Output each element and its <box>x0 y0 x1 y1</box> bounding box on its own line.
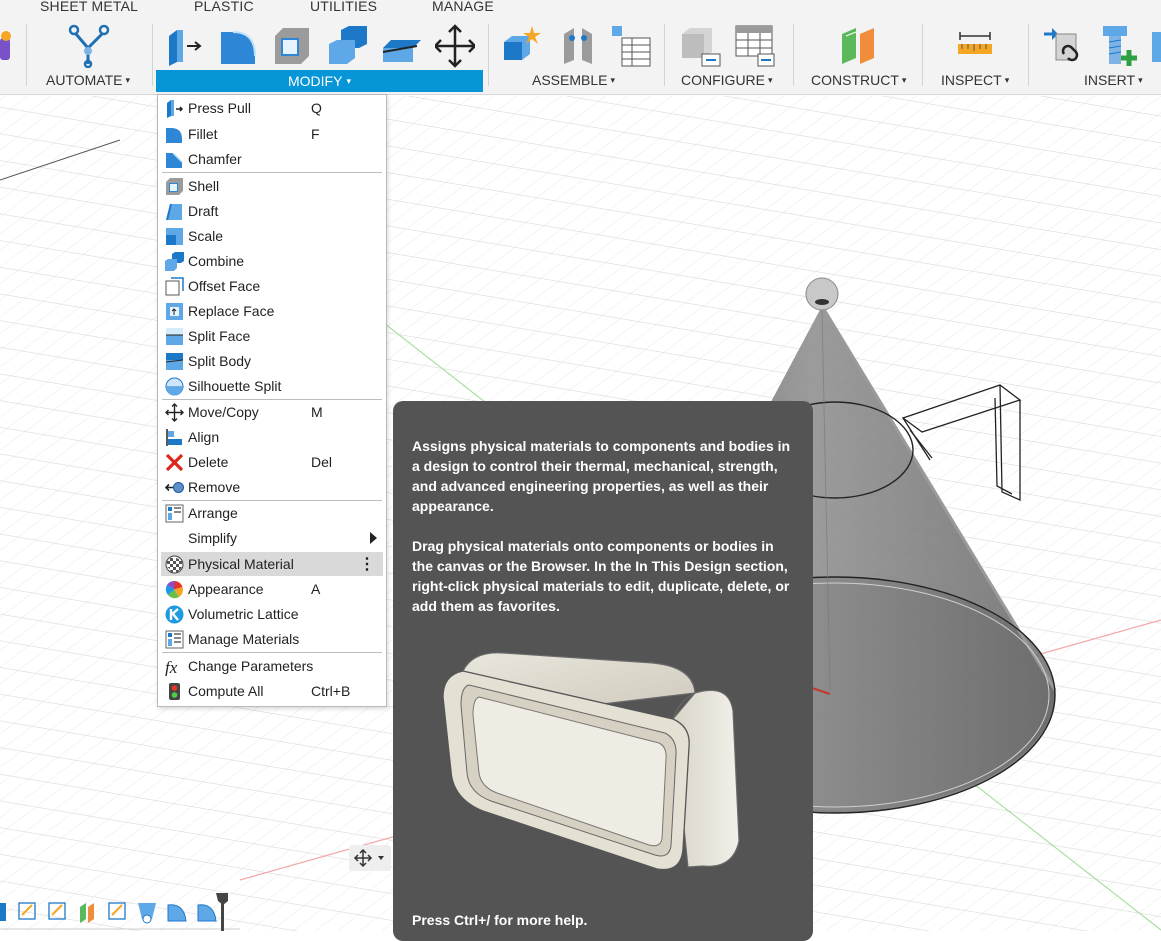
menu-item-align[interactable]: Align <box>161 425 383 449</box>
menu-item-manage-materials[interactable]: Manage Materials <box>161 627 383 651</box>
modify-dropdown-button[interactable]: MODIFY ▾ <box>156 70 483 92</box>
silhouette-split-icon <box>165 377 184 396</box>
menu-item-offset-face[interactable]: Offset Face <box>161 274 383 298</box>
volumetric-lattice-icon <box>165 605 184 624</box>
material-preview-box-image <box>442 652 740 871</box>
menu-item-change-parameters[interactable]: fx Change Parameters <box>161 654 383 678</box>
compute-all-icon <box>169 683 180 700</box>
menu-item-replace-face[interactable]: Replace Face <box>161 299 383 323</box>
timeline-feature-revolve-icon[interactable] <box>138 903 156 924</box>
partial-tool-icon[interactable] <box>0 28 14 64</box>
menu-item-press-pull[interactable]: Press Pull Q <box>161 96 383 120</box>
menu-item-draft[interactable]: Draft <box>161 199 383 223</box>
shell-tool-icon[interactable] <box>271 26 311 66</box>
remove-icon <box>165 482 184 493</box>
timeline-feature-fillet-icon[interactable] <box>197 904 217 922</box>
fx-icon: fx <box>165 658 178 676</box>
timeline-feature-sketch-icon[interactable] <box>108 902 126 920</box>
inspect-group-label[interactable]: INSPECT ▾ <box>941 72 1009 88</box>
tab-utilities[interactable]: UTILITIES <box>310 0 377 14</box>
joint-icon[interactable] <box>558 26 598 66</box>
menu-item-volumetric-lattice[interactable]: Volumetric Lattice <box>161 602 383 626</box>
toolbar-ribbon: SHEET METAL PLASTIC UTILITIES MANAGE AUT… <box>0 0 1161 95</box>
pan-tool-widget[interactable] <box>349 845 391 871</box>
fillet-icon <box>166 128 182 143</box>
menu-item-silhouette-split[interactable]: Silhouette Split <box>161 374 383 398</box>
timeline-feature-sketch-icon[interactable] <box>18 902 36 920</box>
physical-material-icon <box>165 555 184 574</box>
manage-materials-icon <box>165 630 184 649</box>
insert-group-label[interactable]: INSERT ▾ <box>1084 72 1143 88</box>
split-body-icon <box>165 353 184 370</box>
configure-group-label[interactable]: CONFIGURE ▾ <box>681 72 773 88</box>
timeline-feature-fillet-icon[interactable] <box>167 904 187 922</box>
combine-icon <box>165 252 184 271</box>
menu-item-simplify[interactable]: Simplify <box>161 526 383 550</box>
insert-more-icon[interactable] <box>1150 26 1161 66</box>
menu-item-split-body[interactable]: Split Body <box>161 349 383 373</box>
menu-item-arrange[interactable]: Arrange <box>161 501 383 525</box>
automate-icon[interactable] <box>66 24 112 68</box>
combine-tool-icon[interactable] <box>327 26 369 66</box>
physical-material-tooltip: Assigns physical materials to components… <box>393 401 813 941</box>
submenu-arrow-icon <box>370 532 377 544</box>
measure-icon[interactable] <box>956 32 996 58</box>
menu-item-appearance[interactable]: Appearance A <box>161 577 383 601</box>
menu-item-split-face[interactable]: Split Face <box>161 324 383 348</box>
menu-item-fillet[interactable]: Fillet F <box>161 122 383 146</box>
split-face-icon <box>166 328 183 345</box>
new-component-icon[interactable] <box>502 24 544 66</box>
press-pull-icon <box>167 100 184 118</box>
insert-derive-icon[interactable] <box>1042 24 1086 68</box>
arrange-icon <box>165 504 184 523</box>
fillet-tool-icon[interactable] <box>219 26 259 66</box>
menu-item-scale[interactable]: Scale <box>161 224 383 248</box>
assemble-group-label[interactable]: ASSEMBLE ▾ <box>532 72 615 88</box>
insert-mcmaster-icon[interactable] <box>1097 24 1141 68</box>
configuration-table-icon[interactable] <box>734 24 776 68</box>
offset-face-icon <box>165 277 184 296</box>
menu-item-physical-material[interactable]: Physical Material ⋮ <box>161 552 383 576</box>
configure-design-icon[interactable] <box>680 24 724 68</box>
tooltip-instructions: Drag physical materials onto components … <box>412 538 790 614</box>
menu-item-combine[interactable]: Combine <box>161 249 383 273</box>
menu-item-shell[interactable]: Shell <box>161 174 383 198</box>
menu-item-move-copy[interactable]: Move/Copy M <box>161 400 383 424</box>
automate-group-label[interactable]: AUTOMATE ▾ <box>46 72 130 88</box>
timeline-marker[interactable] <box>216 893 228 931</box>
tooltip-footer: Press Ctrl+/ for more help. <box>412 912 588 928</box>
timeline-bar[interactable] <box>0 893 240 931</box>
align-icon <box>166 429 182 446</box>
tab-sheet-metal[interactable]: SHEET METAL <box>40 0 138 14</box>
offset-plane-icon[interactable] <box>838 26 880 66</box>
draft-icon <box>166 203 182 221</box>
menu-item-remove[interactable]: Remove <box>161 475 383 499</box>
chamfer-icon <box>166 152 183 168</box>
move-tool-icon[interactable] <box>435 24 475 68</box>
replace-face-icon <box>166 303 183 320</box>
timeline-feature-sketch-icon[interactable] <box>48 902 66 920</box>
press-pull-tool-icon[interactable] <box>165 26 205 66</box>
shell-icon <box>166 178 183 195</box>
svg-text:fx: fx <box>165 658 178 676</box>
construct-group-label[interactable]: CONSTRUCT ▾ <box>811 72 906 88</box>
move-copy-icon <box>165 403 184 422</box>
split-face-tool-icon[interactable] <box>381 26 423 66</box>
bill-of-materials-icon[interactable] <box>610 24 652 68</box>
tooltip-description: Assigns physical materials to components… <box>412 438 791 514</box>
delete-icon <box>165 453 184 472</box>
modify-dropdown-menu: Press Pull Q Fillet F Chamfer Shell Draf… <box>157 94 387 707</box>
menu-item-delete[interactable]: Delete Del <box>161 450 383 474</box>
tab-plastic[interactable]: PLASTIC <box>194 0 254 14</box>
tab-manage[interactable]: MANAGE <box>432 0 494 14</box>
appearance-icon <box>165 580 183 599</box>
more-options-icon[interactable]: ⋮ <box>359 554 375 574</box>
scale-icon <box>166 228 183 245</box>
timeline-feature-sketch-icon[interactable] <box>0 903 6 921</box>
menu-item-chamfer[interactable]: Chamfer <box>161 147 383 171</box>
menu-item-compute-all[interactable]: Compute All Ctrl+B <box>161 679 383 703</box>
cone-tip-sphere[interactable] <box>805 277 839 311</box>
timeline-feature-plane-icon[interactable] <box>80 903 94 923</box>
